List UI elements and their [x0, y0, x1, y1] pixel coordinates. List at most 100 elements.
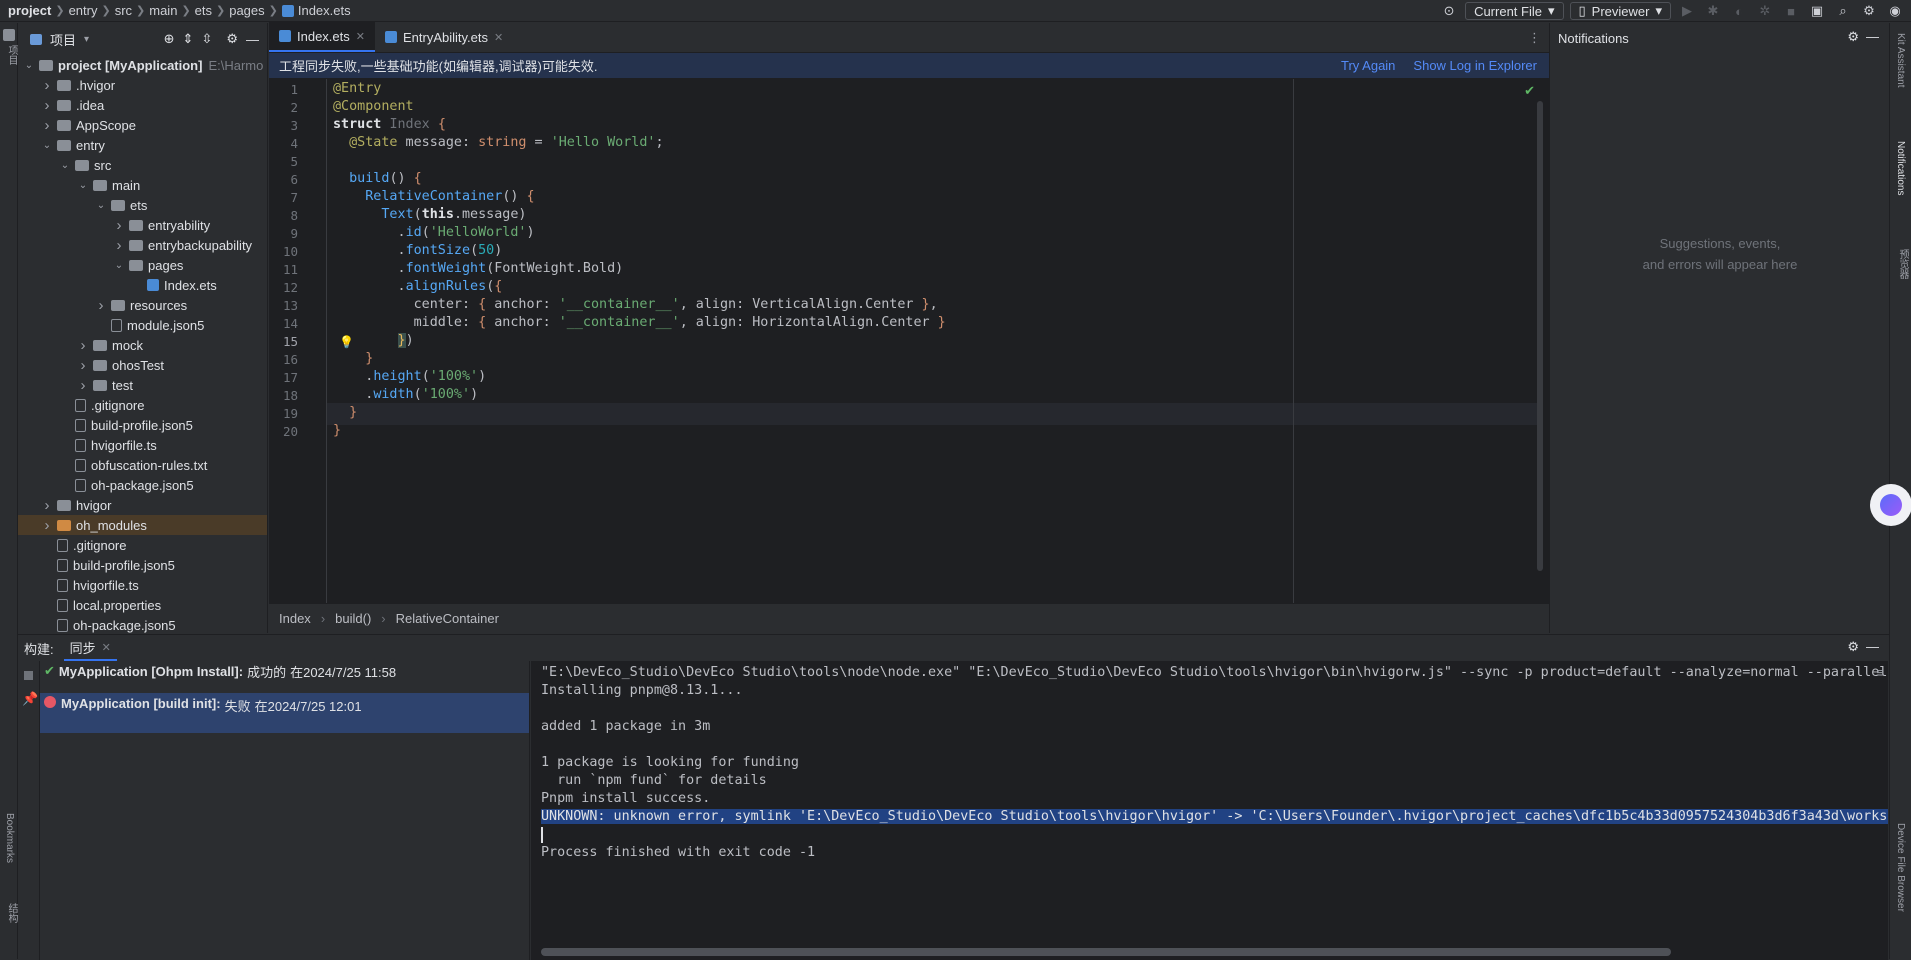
build-item-build-init[interactable]: MyApplication [build init]: 失败 在2024/7/2…: [40, 693, 529, 733]
tree-item[interactable]: obfuscation-rules.txt: [18, 455, 267, 475]
bookmarks-tool-label[interactable]: Bookmarks: [4, 813, 15, 863]
chevron-right-icon[interactable]: ›: [112, 217, 126, 234]
tree-item[interactable]: build-profile.json5: [18, 415, 267, 435]
run-config-dropdown[interactable]: Current File ▾: [1465, 2, 1564, 20]
tree-item[interactable]: › resources: [18, 295, 267, 315]
tab-sync[interactable]: 同步 ✕: [63, 635, 117, 661]
gear-icon[interactable]: ⚙: [1847, 639, 1859, 655]
code-editor[interactable]: 1 2 3 4 5 6 7 8 9 10 11 12 13 14 15 16 17 18 19 20 ✔ @Entry…: [269, 79, 1549, 603]
close-icon[interactable]: ✕: [102, 641, 111, 654]
try-again-link[interactable]: Try Again: [1341, 58, 1395, 73]
chevron-right-icon[interactable]: ›: [40, 77, 54, 94]
debug-icon[interactable]: ✱: [1703, 2, 1723, 20]
device-manager-icon[interactable]: ▣: [1807, 2, 1827, 20]
tree-item[interactable]: build-profile.json5: [18, 555, 267, 575]
lightbulb-icon[interactable]: 💡: [339, 335, 354, 349]
device-file-browser-tool[interactable]: Device File Browser: [1895, 823, 1906, 912]
project-panel-title[interactable]: 项目: [50, 30, 76, 49]
chevron-down-icon[interactable]: ⌄: [58, 160, 72, 171]
tree-item[interactable]: oh-package.json5: [18, 475, 267, 495]
chevron-right-icon[interactable]: ›: [40, 97, 54, 114]
structure-tool-label[interactable]: 结构: [4, 903, 19, 923]
chevron-right-icon[interactable]: ›: [94, 297, 108, 314]
chevron-down-icon[interactable]: ⌄: [94, 200, 108, 211]
close-icon[interactable]: ✕: [494, 31, 503, 44]
tree-item[interactable]: › .hvigor: [18, 75, 267, 95]
tree-item[interactable]: ⌄ entry: [18, 135, 267, 155]
tree-item[interactable]: › entrybackupability: [18, 235, 267, 255]
locate-icon[interactable]: ⊕: [164, 31, 175, 47]
tree-item[interactable]: › oh_modules: [18, 515, 267, 535]
chevron-right-icon[interactable]: ›: [112, 237, 126, 254]
tree-item[interactable]: › .idea: [18, 95, 267, 115]
tree-item[interactable]: › ohosTest: [18, 355, 267, 375]
close-icon[interactable]: ✕: [356, 30, 365, 43]
ai-assistant-button[interactable]: [1870, 484, 1911, 526]
tree-item[interactable]: local.properties: [18, 595, 267, 615]
crumb-build[interactable]: build(): [335, 611, 371, 626]
tree-item[interactable]: › hvigor: [18, 495, 267, 515]
tab-entryability-ets[interactable]: EntryAbility.ets ✕: [375, 22, 513, 52]
tree-item[interactable]: ⌄ ets: [18, 195, 267, 215]
hide-icon[interactable]: —: [1866, 29, 1879, 44]
settings-icon[interactable]: ⚙: [1859, 2, 1879, 20]
project-tool-icon[interactable]: [3, 29, 15, 41]
tree-item[interactable]: ⌄ pages: [18, 255, 267, 275]
chevron-down-icon[interactable]: ⌄: [22, 60, 36, 71]
tree-item[interactable]: › test: [18, 375, 267, 395]
crumb-index[interactable]: Index: [279, 611, 311, 626]
run-icon[interactable]: ▶: [1677, 2, 1697, 20]
breadcrumb-src[interactable]: src: [115, 3, 132, 18]
expand-all-icon[interactable]: ⇕: [183, 31, 194, 47]
chevron-down-icon[interactable]: ▾: [84, 34, 89, 45]
tree-item[interactable]: hvigorfile.ts: [18, 575, 267, 595]
tree-item[interactable]: ⌄ src: [18, 155, 267, 175]
crumb-relativecontainer[interactable]: RelativeContainer: [396, 611, 499, 626]
chevron-down-icon[interactable]: ⌄: [112, 260, 126, 271]
tree-item[interactable]: .gitignore: [18, 395, 267, 415]
breadcrumb-entry[interactable]: entry: [69, 3, 98, 18]
console-horizontal-scrollbar[interactable]: [541, 948, 1671, 956]
tree-item[interactable]: ⌄ main: [18, 175, 267, 195]
tree-item[interactable]: › AppScope: [18, 115, 267, 135]
chevron-down-icon[interactable]: ⌄: [76, 180, 90, 191]
breadcrumb-ets[interactable]: ets: [195, 3, 212, 18]
breadcrumb-file[interactable]: Index.ets: [298, 3, 351, 18]
tree-item[interactable]: oh-package.json5: [18, 615, 267, 633]
soft-wrap-icon[interactable]: ≡: [1876, 665, 1884, 680]
tree-item[interactable]: Index.ets: [18, 275, 267, 295]
previewer-tool[interactable]: 预览器: [1895, 249, 1910, 279]
chevron-right-icon[interactable]: ›: [76, 337, 90, 354]
project-tool-label[interactable]: 项目: [4, 45, 19, 65]
breadcrumb-main[interactable]: main: [149, 3, 177, 18]
notifications-tool[interactable]: Notifications: [1895, 141, 1906, 195]
breadcrumb-pages[interactable]: pages: [229, 3, 264, 18]
gear-icon[interactable]: ⚙: [1847, 29, 1859, 45]
target-icon[interactable]: ⊙: [1439, 2, 1459, 20]
show-log-link[interactable]: Show Log in Explorer: [1413, 58, 1537, 73]
build-console[interactable]: "E:\DevEco_Studio\DevEco Studio\tools\no…: [531, 661, 1888, 960]
kit-assistant-tool[interactable]: Kit Assistant: [1895, 33, 1906, 87]
chevron-right-icon[interactable]: ›: [40, 517, 54, 534]
tree-item[interactable]: .gitignore: [18, 535, 267, 555]
chevron-right-icon[interactable]: ›: [40, 117, 54, 134]
editor-scrollbar[interactable]: [1537, 101, 1543, 571]
tree-item[interactable]: module.json5: [18, 315, 267, 335]
tree-item[interactable]: ⌄ project [MyApplication] E:\Harmo: [18, 55, 267, 75]
pin-icon[interactable]: 📌: [22, 691, 38, 707]
chevron-right-icon[interactable]: ›: [76, 377, 90, 394]
stop-icon[interactable]: [24, 671, 33, 680]
chevron-down-icon[interactable]: ⌄: [40, 140, 54, 151]
collapse-all-icon[interactable]: ⇳: [201, 31, 212, 47]
attach-debugger-icon[interactable]: ✲: [1755, 2, 1775, 20]
tab-index-ets[interactable]: Index.ets ✕: [269, 22, 375, 52]
chevron-right-icon[interactable]: ›: [40, 497, 54, 514]
no-problems-check-icon[interactable]: ✔: [1524, 83, 1535, 99]
breadcrumb-project[interactable]: project: [8, 3, 51, 18]
search-icon[interactable]: ⌕: [1833, 2, 1853, 20]
hide-icon[interactable]: —: [246, 32, 259, 47]
tree-item[interactable]: hvigorfile.ts: [18, 435, 267, 455]
more-tabs-icon[interactable]: ⋮: [1528, 30, 1541, 46]
hide-icon[interactable]: —: [1866, 639, 1879, 654]
account-icon[interactable]: ◉: [1885, 2, 1905, 20]
